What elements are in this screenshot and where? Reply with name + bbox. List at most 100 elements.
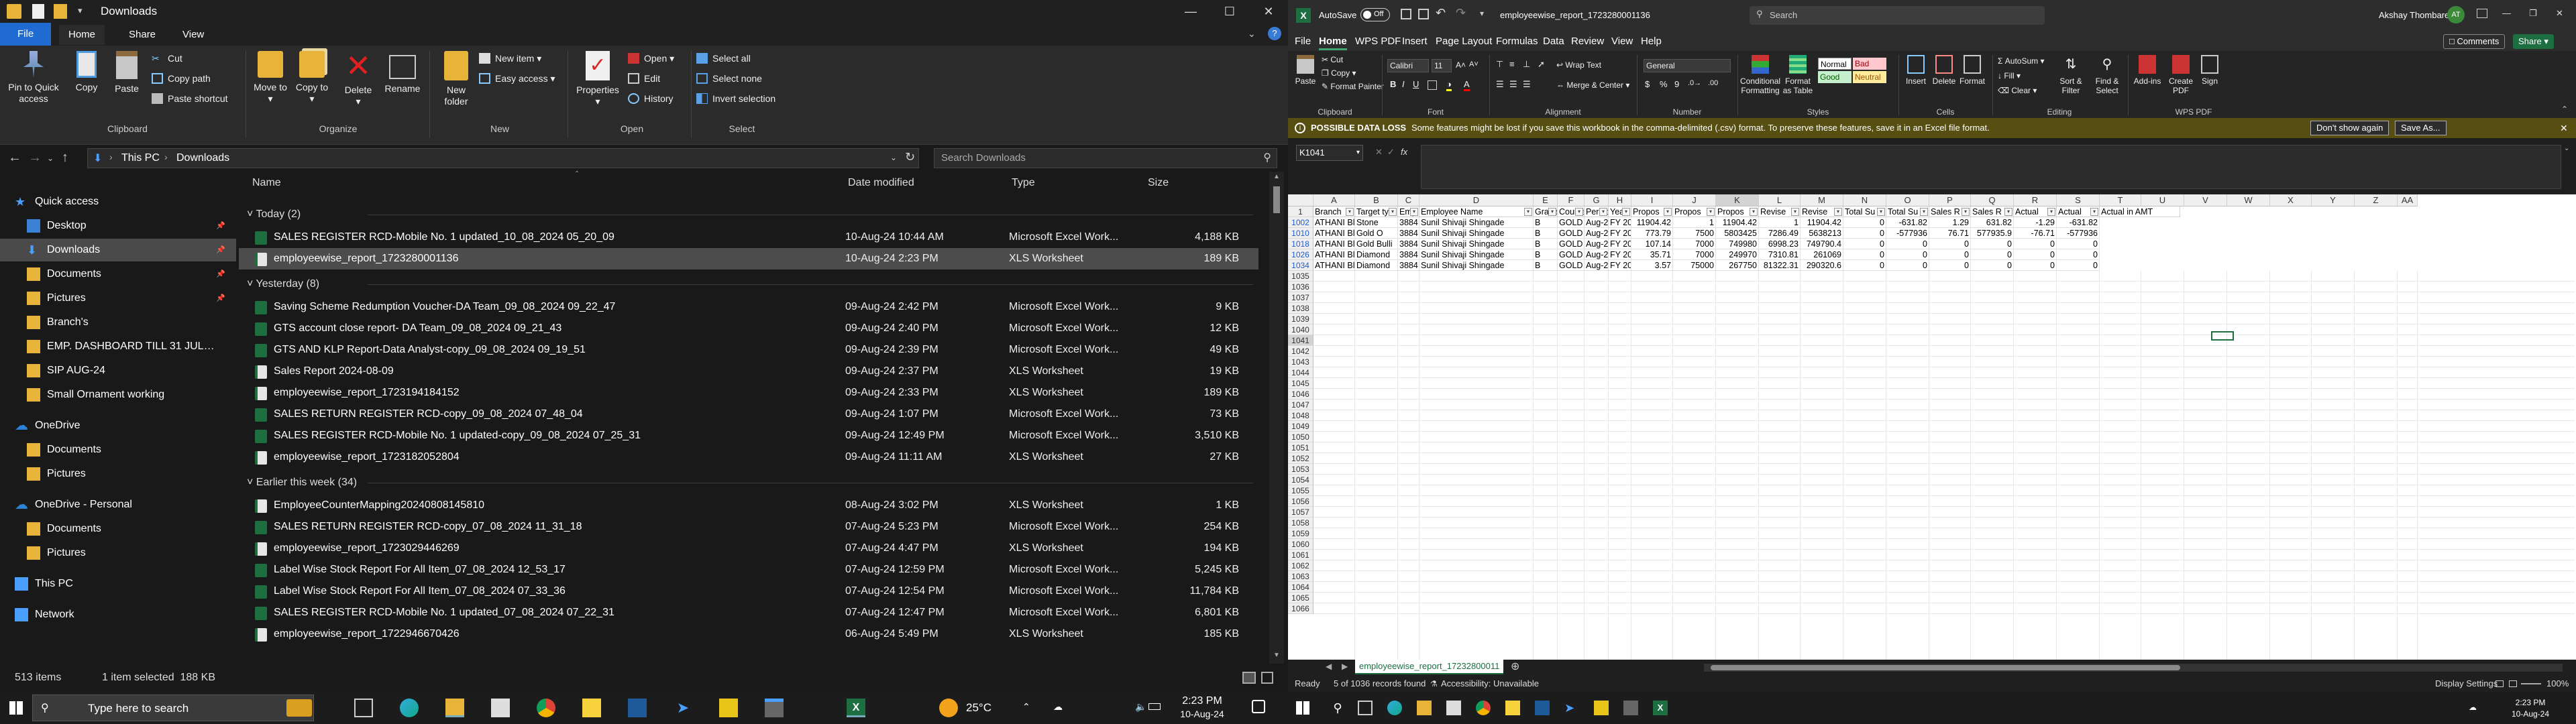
file-row[interactable]: GTS account close report- DA Team_09_08_… [239,318,1258,339]
pin-icon[interactable]: 📌 [216,239,225,261]
column-header[interactable]: D [1419,194,1534,206]
table-cell[interactable]: 261069 [1801,249,1843,260]
task-view-icon[interactable] [354,699,373,717]
tab-view[interactable]: View [173,25,213,45]
align-left-icon[interactable]: ☰ [1496,79,1504,90]
row-header[interactable]: 1034 [1288,260,1313,271]
cancel-formula-icon[interactable]: ✕ [1375,147,1383,158]
font-color-icon[interactable]: A [1464,79,1470,91]
table-cell[interactable]: 7000 [1673,239,1716,249]
table-cell[interactable]: 6998.23 [1759,239,1801,249]
notes-icon[interactable] [1594,701,1609,715]
row-header[interactable]: 1038 [1288,303,1313,314]
table-cell[interactable]: GOLD ROT [1558,260,1585,271]
history-button[interactable]: History [627,91,674,106]
filter-dropdown-icon[interactable]: ▾ [1791,208,1799,216]
nav-onedrive-item[interactable]: Pictures [0,463,236,485]
table-cell[interactable]: 0 [2014,260,2057,271]
group-header[interactable]: ˅ Earlier this week (34) [247,473,1253,492]
table-cell[interactable]: ATHANI Bl [1313,260,1355,271]
table-cell[interactable]: 1 [1673,217,1716,228]
file-row[interactable]: Saving Scheme Redumption Voucher-DA Team… [239,296,1258,318]
decrease-decimal-icon[interactable]: .00 [1708,79,1718,87]
filter-dropdown-icon[interactable]: ▾ [1575,208,1583,216]
edit-button[interactable]: Edit [627,71,660,86]
number-format-select[interactable]: General [1644,59,1731,72]
filter-dropdown-icon[interactable]: ▾ [1707,208,1715,216]
paste-button[interactable]: Paste [110,51,144,95]
clock-time[interactable]: 2:23 PM [1175,695,1229,707]
column-header[interactable]: P [1929,194,1971,206]
align-bottom-icon[interactable]: ⊥ [1523,59,1530,70]
wrap-text-button[interactable]: ↩ Wrap Text [1556,60,1601,70]
table-cell[interactable]: Stone [1355,217,1398,228]
select-all-corner[interactable] [1288,194,1313,206]
header-cell[interactable]: Revise ▾ [1801,206,1843,217]
table-cell[interactable]: 81322.31 [1759,260,1801,271]
table-cell[interactable]: ATHANI Bl [1313,239,1355,249]
column-header[interactable]: E [1534,194,1558,206]
row-header[interactable]: 1002 [1288,217,1313,228]
row-header[interactable]: 1042 [1288,346,1313,357]
file-row[interactable]: Sales Report 2024-08-09 09-Aug-24 2:37 PM… [239,361,1258,382]
table-cell[interactable]: FY 2024-25 [1609,217,1631,228]
nav-onedrive-personal[interactable]: ☁ OneDrive - Personal [0,493,236,516]
increase-font-icon[interactable]: A˄ [1456,60,1466,70]
menu-help[interactable]: Help [1641,36,1662,47]
menu-formulas[interactable]: Formulas [1496,36,1538,47]
table-cell[interactable]: 107.14 [1631,239,1673,249]
column-header[interactable]: T [2100,194,2141,206]
address-bar[interactable]: ⬇ › This PC › Downloads ⌄ ↻ [87,148,919,168]
nav-item[interactable]: Pictures 📌 [0,287,236,310]
table-cell[interactable]: 75000 [1673,260,1716,271]
row-header[interactable]: 1062 [1288,560,1313,571]
enter-formula-icon[interactable]: ✓ [1387,147,1395,158]
redo-icon[interactable]: ↷ [1456,6,1466,20]
task-view-icon[interactable] [1358,701,1373,715]
new-folder-icon[interactable] [54,4,67,19]
column-header[interactable]: L [1759,194,1801,206]
column-header[interactable]: A [1313,194,1355,206]
minimize-button[interactable]: — [2502,8,2511,18]
network-icon[interactable]: ☁ [1053,701,1063,713]
row-header[interactable]: 1045 [1288,378,1313,389]
table-cell[interactable]: FY 2024-25 [1609,239,1631,249]
percent-icon[interactable]: % [1660,79,1668,89]
table-cell[interactable]: 0 [1971,260,2014,271]
format-cells-button[interactable]: Format [1959,55,1986,86]
clock-time-secondary[interactable]: 2:23 PM [2504,697,2557,709]
chrome-icon[interactable] [1476,701,1491,715]
tab-share[interactable]: Share [119,25,165,45]
row-header[interactable]: 1046 [1288,389,1313,400]
mail-icon[interactable] [491,699,510,717]
table-cell[interactable]: B [1534,260,1558,271]
table-cell[interactable]: B [1534,228,1558,239]
font-name-select[interactable]: Calibri [1387,59,1429,72]
nav-onedrive[interactable]: ☁ OneDrive [0,414,236,437]
sort-filter-button[interactable]: ⇅ Sort & Filter [2054,55,2088,95]
font-size-select[interactable]: 11 [1432,59,1452,72]
invert-selection-button[interactable]: Invert selection [695,91,775,106]
autosum-button[interactable]: Σ AutoSum ▾ [1998,56,2044,66]
increase-decimal-icon[interactable]: .0→ [1688,79,1701,87]
filter-dropdown-icon[interactable]: ▾ [2047,208,2055,216]
minimize-button[interactable]: — [1171,0,1210,23]
column-header[interactable]: S [2057,194,2100,206]
group-header[interactable]: ˅ Yesterday (8) [247,275,1253,294]
filter-dropdown-icon[interactable]: ▾ [2004,208,2012,216]
battery-icon[interactable] [1148,703,1161,710]
filter-dropdown-icon[interactable]: ▾ [1750,208,1758,216]
document-title[interactable]: employeewise_report_1723280001136 [1500,10,1650,20]
table-cell[interactable]: 5803425 [1716,228,1759,239]
horizontal-scrollbar[interactable] [1704,664,2563,672]
align-top-icon[interactable]: ⊤ [1496,59,1503,70]
header-cell[interactable]: Total Su ▾ [1843,206,1886,217]
header-cell[interactable]: Branch ▾ [1313,206,1355,217]
insert-cells-button[interactable]: Insert [1902,55,1929,86]
align-center-icon[interactable]: ☰ [1509,79,1517,90]
avatar[interactable]: AT [2447,6,2465,23]
sticky-notes-icon[interactable] [582,699,601,717]
insert-function-icon[interactable]: fx [1401,147,1407,157]
bird-app-icon[interactable]: ➤ [1564,701,1579,715]
style-normal[interactable]: Normal [1818,58,1851,70]
